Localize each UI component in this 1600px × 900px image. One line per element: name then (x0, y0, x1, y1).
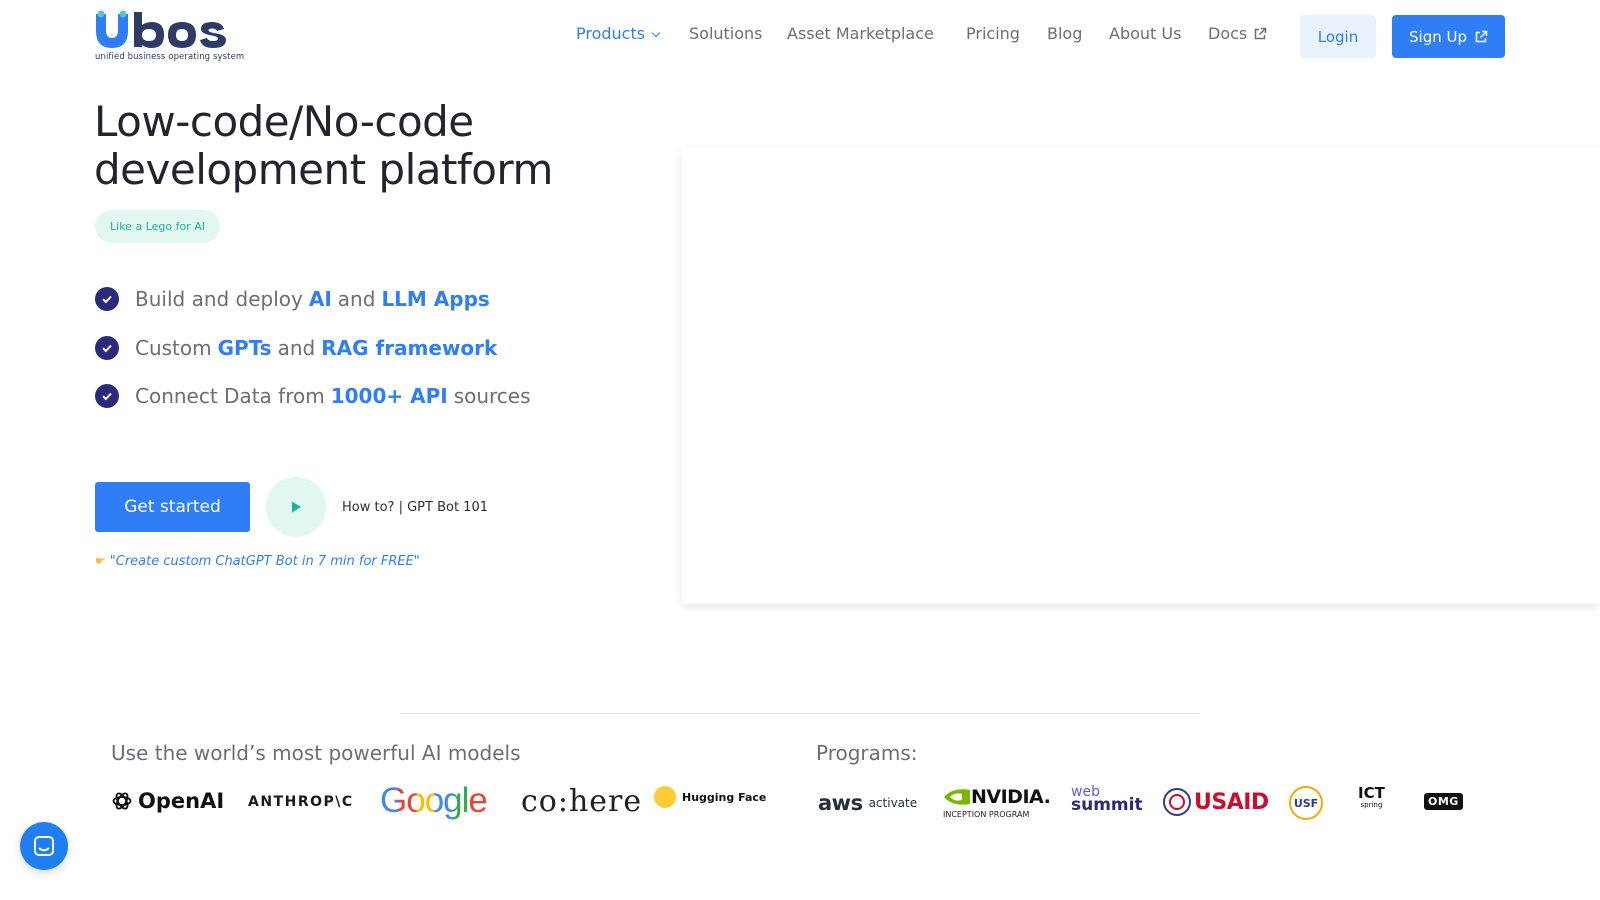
feature-item-gpts: Custom GPTs and RAG framework (95, 335, 497, 361)
nav-asset-marketplace[interactable]: Asset Marketplace (787, 24, 934, 48)
nav-solutions[interactable]: Solutions (689, 24, 763, 48)
nvidia-inception-logo: NVIDIA. INCEPTION PROGRAM (943, 786, 1051, 822)
nav-products[interactable]: Products (576, 24, 661, 48)
omg-logo: OMG (1424, 791, 1463, 811)
aws-wordmark: aws (818, 791, 863, 815)
nav-about-us[interactable]: About Us (1109, 24, 1181, 48)
anthropic-logo: ANTHROP\C (248, 794, 354, 810)
signup-label: Sign Up (1409, 27, 1467, 46)
section-divider (400, 713, 1200, 714)
check-circle-icon (95, 287, 119, 311)
login-button[interactable]: Login (1300, 15, 1376, 58)
usf-logo: USF (1289, 786, 1325, 820)
nav-blog[interactable]: Blog (1047, 24, 1082, 48)
feature-text: and (337, 287, 376, 311)
openai-logo: OpenAI (111, 787, 224, 815)
usaid-wordmark: USAID (1194, 789, 1269, 815)
websummit-summit: summit (1071, 795, 1143, 815)
chat-launcher-button[interactable] (20, 822, 68, 870)
omg-wordmark: OMG (1424, 792, 1463, 810)
huggingface-logo: Hugging Face (654, 785, 766, 809)
nav-docs-label: Docs (1208, 24, 1248, 43)
chat-icon (34, 836, 54, 856)
external-link-icon (1475, 30, 1488, 42)
play-icon (292, 501, 301, 513)
nvidia-wordmark: NVIDIA. (971, 786, 1051, 808)
programs-title: Programs: (816, 741, 918, 765)
ubos-logo-mark (96, 10, 226, 48)
site-header: unified business operating system Produc… (0, 0, 1600, 72)
ai-models-title: Use the world’s most powerful AI models (111, 741, 521, 765)
hugging-face-icon (654, 786, 676, 808)
feature-highlight: AI (308, 287, 332, 311)
websummit-logo: web summit (1071, 785, 1143, 816)
nvidia-inception-text: INCEPTION PROGRAM (943, 810, 1030, 819)
ubos-logo[interactable]: unified business operating system (94, 10, 246, 62)
openai-icon (112, 792, 132, 810)
check-circle-icon (95, 384, 119, 408)
nav-pricing[interactable]: Pricing (966, 24, 1020, 48)
video-label[interactable]: How to? | GPT Bot 101 (342, 500, 488, 515)
ict-spring-text: spring (1360, 801, 1383, 809)
get-started-button[interactable]: Get started (95, 482, 250, 532)
ict-wordmark: ICT (1358, 784, 1385, 802)
nvidia-eye-icon (944, 789, 970, 805)
usf-wordmark: USF (1289, 786, 1323, 820)
feature-highlight: RAG framework (321, 336, 498, 360)
hero-quote-text: "Create custom ChatGPT Bot in 7 min for … (109, 554, 420, 569)
play-video-button[interactable] (266, 477, 326, 537)
nav-products-label: Products (576, 24, 646, 43)
feature-item-data-sources: Connect Data from 1000+ API sources (95, 383, 531, 409)
hero-video-panel[interactable] (682, 148, 1600, 604)
usaid-logo: USAID (1163, 786, 1269, 818)
feature-text: and (277, 336, 316, 360)
ubos-tagline: unified business operating system (95, 52, 245, 62)
hero-quote: ☛ "Create custom ChatGPT Bot in 7 min for… (95, 554, 420, 569)
hero-badge: Like a Lego for AI (95, 210, 220, 243)
feature-text: Build and deploy (135, 287, 303, 311)
feature-highlight: GPTs (217, 336, 272, 360)
huggingface-wordmark: Hugging Face (682, 790, 767, 804)
feature-text: Custom (135, 336, 212, 360)
feature-highlight: LLM Apps (381, 287, 490, 311)
nav-docs[interactable]: Docs (1208, 24, 1267, 48)
aws-activate-text: activate (868, 796, 918, 810)
pointing-hand-icon: ☛ (95, 554, 106, 568)
signup-button[interactable]: Sign Up (1392, 15, 1505, 58)
aws-activate-logo: aws activate (818, 788, 917, 818)
google-logo: Google (380, 781, 488, 821)
ict-spring-logo: ICT spring (1358, 784, 1385, 819)
feature-highlight: 1000+ API (330, 384, 448, 408)
usaid-seal-icon (1163, 788, 1191, 816)
feature-text: sources (453, 384, 531, 408)
feature-item-ai-apps: Build and deploy AI and LLM Apps (95, 286, 490, 312)
check-circle-icon (95, 336, 119, 360)
openai-wordmark: OpenAI (138, 789, 225, 813)
chevron-down-icon (651, 28, 661, 38)
cohere-logo: co:here (521, 783, 643, 819)
external-link-icon (1255, 27, 1267, 40)
hero-title: Low-code/No-code development platform (94, 97, 553, 194)
feature-text: Connect Data from (135, 384, 325, 408)
google-wordmark: Google (380, 781, 488, 820)
